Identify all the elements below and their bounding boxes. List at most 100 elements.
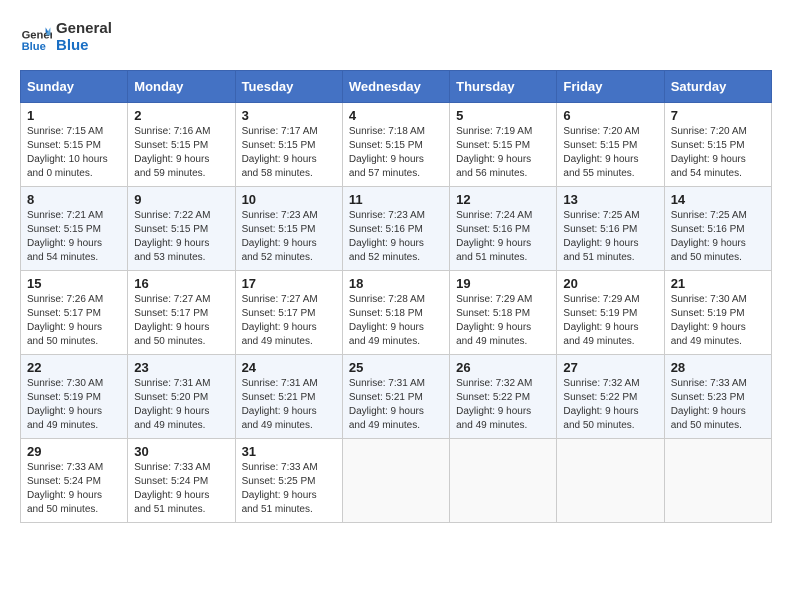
day-info: Sunrise: 7:32 AM Sunset: 5:22 PM Dayligh…	[456, 377, 550, 433]
day-info: Sunrise: 7:33 AM Sunset: 5:24 PM Dayligh…	[27, 461, 121, 517]
day-info: Sunrise: 7:17 AM Sunset: 5:15 PM Dayligh…	[242, 125, 336, 181]
day-number: 26	[456, 360, 550, 375]
calendar-cell	[342, 439, 449, 523]
calendar-cell: 8 Sunrise: 7:21 AM Sunset: 5:15 PM Dayli…	[21, 187, 128, 271]
day-info: Sunrise: 7:16 AM Sunset: 5:15 PM Dayligh…	[134, 125, 228, 181]
day-info: Sunrise: 7:18 AM Sunset: 5:15 PM Dayligh…	[349, 125, 443, 181]
day-number: 10	[242, 192, 336, 207]
day-info: Sunrise: 7:31 AM Sunset: 5:20 PM Dayligh…	[134, 377, 228, 433]
logo-icon: General Blue	[20, 21, 52, 53]
day-number: 31	[242, 444, 336, 459]
calendar-cell: 16 Sunrise: 7:27 AM Sunset: 5:17 PM Dayl…	[128, 271, 235, 355]
day-info: Sunrise: 7:24 AM Sunset: 5:16 PM Dayligh…	[456, 209, 550, 265]
svg-text:Blue: Blue	[22, 41, 46, 53]
day-number: 30	[134, 444, 228, 459]
calendar-cell	[557, 439, 664, 523]
day-number: 27	[563, 360, 657, 375]
calendar-cell: 6 Sunrise: 7:20 AM Sunset: 5:15 PM Dayli…	[557, 103, 664, 187]
day-header-friday: Friday	[557, 71, 664, 103]
day-header-saturday: Saturday	[664, 71, 771, 103]
day-info: Sunrise: 7:26 AM Sunset: 5:17 PM Dayligh…	[27, 293, 121, 349]
calendar-cell: 7 Sunrise: 7:20 AM Sunset: 5:15 PM Dayli…	[664, 103, 771, 187]
logo-text-line1: General	[56, 20, 112, 37]
calendar-header-row: SundayMondayTuesdayWednesdayThursdayFrid…	[21, 71, 772, 103]
day-header-sunday: Sunday	[21, 71, 128, 103]
day-info: Sunrise: 7:21 AM Sunset: 5:15 PM Dayligh…	[27, 209, 121, 265]
day-info: Sunrise: 7:31 AM Sunset: 5:21 PM Dayligh…	[242, 377, 336, 433]
day-number: 21	[671, 276, 765, 291]
calendar-cell: 3 Sunrise: 7:17 AM Sunset: 5:15 PM Dayli…	[235, 103, 342, 187]
day-info: Sunrise: 7:30 AM Sunset: 5:19 PM Dayligh…	[27, 377, 121, 433]
day-info: Sunrise: 7:27 AM Sunset: 5:17 PM Dayligh…	[242, 293, 336, 349]
calendar-cell: 18 Sunrise: 7:28 AM Sunset: 5:18 PM Dayl…	[342, 271, 449, 355]
calendar-cell: 11 Sunrise: 7:23 AM Sunset: 5:16 PM Dayl…	[342, 187, 449, 271]
calendar-cell: 4 Sunrise: 7:18 AM Sunset: 5:15 PM Dayli…	[342, 103, 449, 187]
day-info: Sunrise: 7:20 AM Sunset: 5:15 PM Dayligh…	[671, 125, 765, 181]
calendar-week-1: 1 Sunrise: 7:15 AM Sunset: 5:15 PM Dayli…	[21, 103, 772, 187]
day-number: 25	[349, 360, 443, 375]
calendar-cell: 31 Sunrise: 7:33 AM Sunset: 5:25 PM Dayl…	[235, 439, 342, 523]
calendar-cell: 26 Sunrise: 7:32 AM Sunset: 5:22 PM Dayl…	[450, 355, 557, 439]
calendar-cell: 14 Sunrise: 7:25 AM Sunset: 5:16 PM Dayl…	[664, 187, 771, 271]
calendar-cell: 12 Sunrise: 7:24 AM Sunset: 5:16 PM Dayl…	[450, 187, 557, 271]
day-number: 28	[671, 360, 765, 375]
day-number: 14	[671, 192, 765, 207]
day-number: 8	[27, 192, 121, 207]
day-number: 13	[563, 192, 657, 207]
day-header-tuesday: Tuesday	[235, 71, 342, 103]
day-number: 24	[242, 360, 336, 375]
day-info: Sunrise: 7:29 AM Sunset: 5:18 PM Dayligh…	[456, 293, 550, 349]
day-info: Sunrise: 7:30 AM Sunset: 5:19 PM Dayligh…	[671, 293, 765, 349]
day-info: Sunrise: 7:25 AM Sunset: 5:16 PM Dayligh…	[671, 209, 765, 265]
day-header-wednesday: Wednesday	[342, 71, 449, 103]
day-info: Sunrise: 7:32 AM Sunset: 5:22 PM Dayligh…	[563, 377, 657, 433]
day-info: Sunrise: 7:27 AM Sunset: 5:17 PM Dayligh…	[134, 293, 228, 349]
day-info: Sunrise: 7:33 AM Sunset: 5:23 PM Dayligh…	[671, 377, 765, 433]
calendar-cell: 17 Sunrise: 7:27 AM Sunset: 5:17 PM Dayl…	[235, 271, 342, 355]
logo-text-line2: Blue	[56, 37, 112, 54]
day-number: 19	[456, 276, 550, 291]
calendar-cell	[450, 439, 557, 523]
logo: General Blue General Blue	[20, 20, 112, 54]
calendar-cell: 5 Sunrise: 7:19 AM Sunset: 5:15 PM Dayli…	[450, 103, 557, 187]
calendar-cell: 21 Sunrise: 7:30 AM Sunset: 5:19 PM Dayl…	[664, 271, 771, 355]
day-number: 6	[563, 108, 657, 123]
calendar-cell: 20 Sunrise: 7:29 AM Sunset: 5:19 PM Dayl…	[557, 271, 664, 355]
day-info: Sunrise: 7:22 AM Sunset: 5:15 PM Dayligh…	[134, 209, 228, 265]
day-number: 18	[349, 276, 443, 291]
calendar-cell: 13 Sunrise: 7:25 AM Sunset: 5:16 PM Dayl…	[557, 187, 664, 271]
calendar-cell: 2 Sunrise: 7:16 AM Sunset: 5:15 PM Dayli…	[128, 103, 235, 187]
calendar-cell: 15 Sunrise: 7:26 AM Sunset: 5:17 PM Dayl…	[21, 271, 128, 355]
calendar-week-5: 29 Sunrise: 7:33 AM Sunset: 5:24 PM Dayl…	[21, 439, 772, 523]
calendar-week-2: 8 Sunrise: 7:21 AM Sunset: 5:15 PM Dayli…	[21, 187, 772, 271]
calendar-cell: 19 Sunrise: 7:29 AM Sunset: 5:18 PM Dayl…	[450, 271, 557, 355]
day-number: 7	[671, 108, 765, 123]
day-number: 22	[27, 360, 121, 375]
day-number: 2	[134, 108, 228, 123]
calendar-week-3: 15 Sunrise: 7:26 AM Sunset: 5:17 PM Dayl…	[21, 271, 772, 355]
day-number: 29	[27, 444, 121, 459]
calendar-table: SundayMondayTuesdayWednesdayThursdayFrid…	[20, 70, 772, 523]
day-number: 1	[27, 108, 121, 123]
calendar-cell: 27 Sunrise: 7:32 AM Sunset: 5:22 PM Dayl…	[557, 355, 664, 439]
day-info: Sunrise: 7:23 AM Sunset: 5:15 PM Dayligh…	[242, 209, 336, 265]
day-info: Sunrise: 7:19 AM Sunset: 5:15 PM Dayligh…	[456, 125, 550, 181]
day-number: 4	[349, 108, 443, 123]
day-number: 20	[563, 276, 657, 291]
calendar-cell: 28 Sunrise: 7:33 AM Sunset: 5:23 PM Dayl…	[664, 355, 771, 439]
calendar-cell	[664, 439, 771, 523]
day-header-monday: Monday	[128, 71, 235, 103]
calendar-cell: 22 Sunrise: 7:30 AM Sunset: 5:19 PM Dayl…	[21, 355, 128, 439]
day-info: Sunrise: 7:31 AM Sunset: 5:21 PM Dayligh…	[349, 377, 443, 433]
day-info: Sunrise: 7:23 AM Sunset: 5:16 PM Dayligh…	[349, 209, 443, 265]
calendar-cell: 9 Sunrise: 7:22 AM Sunset: 5:15 PM Dayli…	[128, 187, 235, 271]
day-number: 12	[456, 192, 550, 207]
day-info: Sunrise: 7:25 AM Sunset: 5:16 PM Dayligh…	[563, 209, 657, 265]
calendar-week-4: 22 Sunrise: 7:30 AM Sunset: 5:19 PM Dayl…	[21, 355, 772, 439]
calendar-cell: 29 Sunrise: 7:33 AM Sunset: 5:24 PM Dayl…	[21, 439, 128, 523]
calendar-cell: 1 Sunrise: 7:15 AM Sunset: 5:15 PM Dayli…	[21, 103, 128, 187]
day-info: Sunrise: 7:33 AM Sunset: 5:24 PM Dayligh…	[134, 461, 228, 517]
day-info: Sunrise: 7:29 AM Sunset: 5:19 PM Dayligh…	[563, 293, 657, 349]
day-number: 15	[27, 276, 121, 291]
calendar-cell: 10 Sunrise: 7:23 AM Sunset: 5:15 PM Dayl…	[235, 187, 342, 271]
